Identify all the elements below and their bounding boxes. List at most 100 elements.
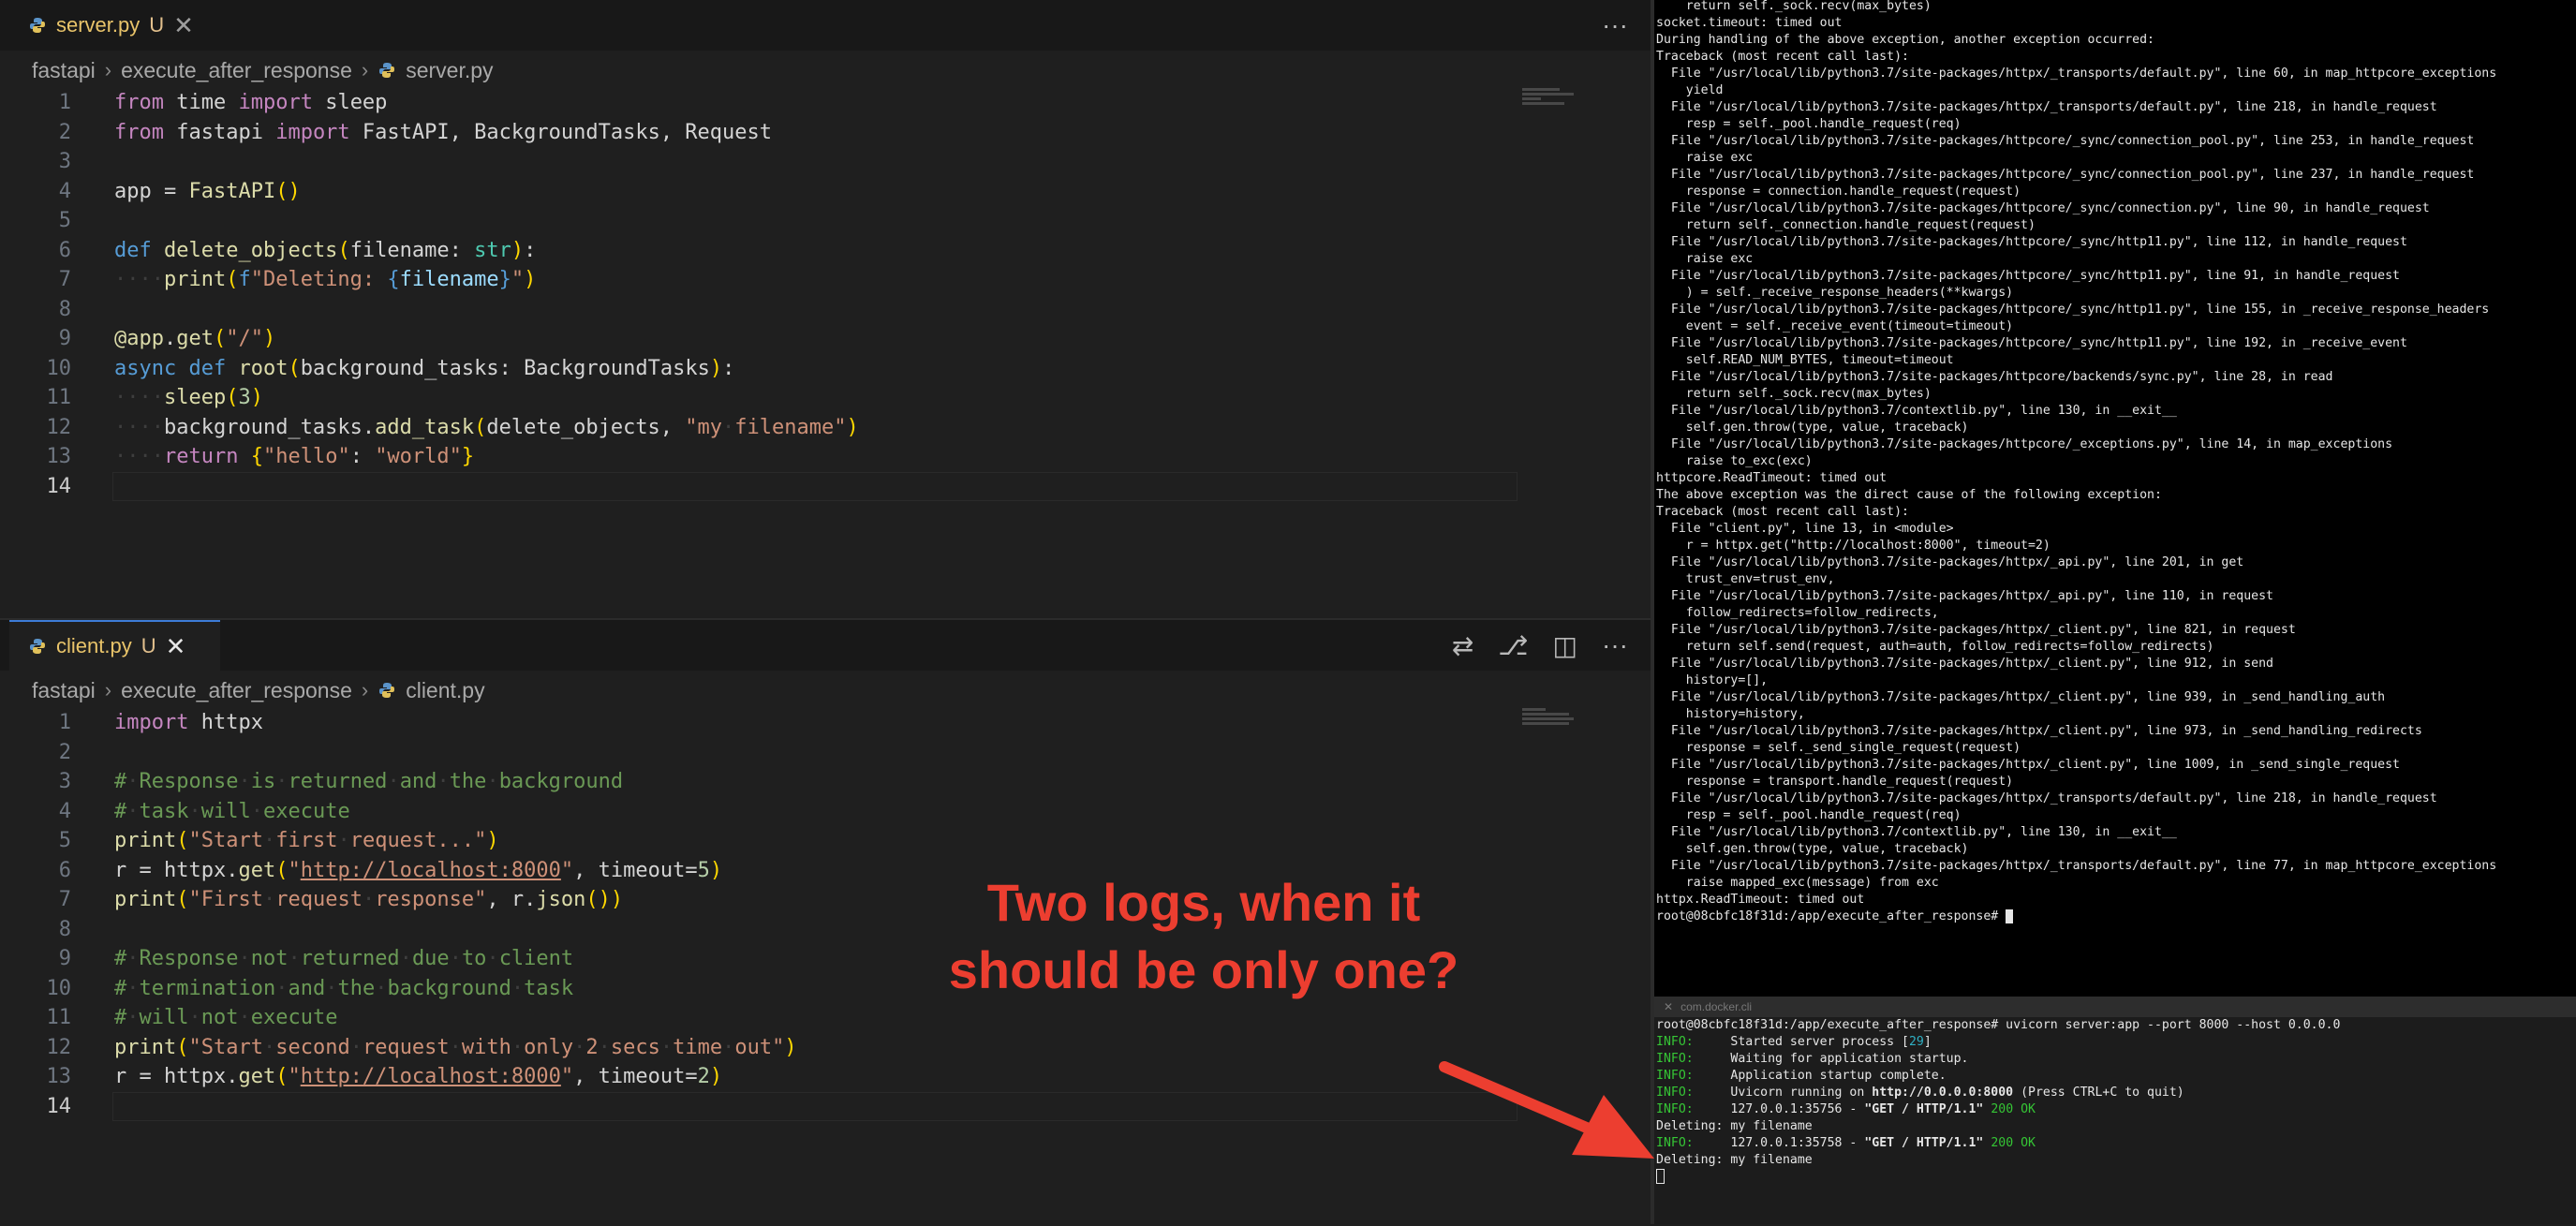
code-line[interactable]: 6 def delete_objects(filename: str): <box>0 236 1517 266</box>
tab-client-py[interactable]: client.py U ✕ <box>9 620 220 671</box>
code-line[interactable]: 3 <box>0 147 1517 177</box>
code-text: ····print(f"Deleting: {filename}") <box>114 268 537 291</box>
breadcrumb-item-folder[interactable]: fastapi <box>32 58 96 83</box>
terminal-line: File "/usr/local/lib/python3.7/site-pack… <box>1656 791 2437 805</box>
terminal-line: File "/usr/local/lib/python3.7/site-pack… <box>1656 201 2430 215</box>
terminal-line: File "/usr/local/lib/python3.7/site-pack… <box>1656 623 2296 637</box>
chevron-right-icon: › <box>104 678 112 702</box>
code-line[interactable]: 13 r = httpx.get("http://localhost:8000",… <box>0 1062 1517 1092</box>
terminal-tab[interactable]: ✕ com.docker.cli <box>1654 997 2576 1017</box>
breadcrumb-item-file[interactable]: server.py <box>406 58 493 83</box>
terminal-line: self.READ_NUM_BYTES, timeout=timeout <box>1656 353 1954 367</box>
code-line[interactable]: 5 print("Start·first·request...") <box>0 826 1517 856</box>
line-number: 2 <box>58 740 71 764</box>
close-icon[interactable]: ✕ <box>1664 1000 1673 1013</box>
line-number: 14 <box>46 474 72 498</box>
code-text: async def root(background_tasks: Backgro… <box>114 356 735 380</box>
minimap[interactable] <box>1522 708 1578 746</box>
line-number: 10 <box>46 976 72 1000</box>
code-line[interactable]: 7 ····print(f"Deleting: {filename}") <box>0 265 1517 295</box>
terminal-line: response = connection.handle_request(req… <box>1656 185 2021 199</box>
code-line[interactable]: 9 @app.get("/") <box>0 324 1517 354</box>
code-line[interactable]: 4 #·task·will·execute <box>0 797 1517 827</box>
chevron-right-icon: › <box>104 58 112 81</box>
code-line[interactable]: 5 <box>0 206 1517 236</box>
split-editor-icon[interactable]: ◫ <box>1553 630 1577 661</box>
terminal-line: INFO: Uvicorn running on http://0.0.0.0:… <box>1656 1086 2184 1100</box>
breadcrumb-item-file[interactable]: client.py <box>406 678 484 703</box>
code-text: #·Response·not·returned·due·to·client <box>114 947 574 970</box>
server-terminal-output: root@08cbfc18f31d:/app/execute_after_res… <box>1656 1017 2340 1186</box>
source-control-icon[interactable]: ⎇ <box>1498 630 1528 661</box>
python-file-icon <box>30 18 45 33</box>
line-number: 6 <box>58 858 71 882</box>
code-line[interactable]: 13 ····return {"hello": "world"} <box>0 442 1517 472</box>
python-file-icon <box>379 63 395 78</box>
server-terminal[interactable]: ✕ com.docker.cli root@08cbfc18f31d:/app/… <box>1654 997 2576 1224</box>
code-line[interactable]: 11 ····sleep(3) <box>0 383 1517 413</box>
code-line[interactable]: 8 <box>0 295 1517 325</box>
terminal-line: history=[], <box>1656 673 1769 687</box>
chevron-right-icon: › <box>361 678 369 702</box>
code-text: print("Start·first·request...") <box>114 829 499 852</box>
line-number: 3 <box>58 770 71 793</box>
line-number: 13 <box>46 445 72 468</box>
terminal-line: File "/usr/local/lib/python3.7/site-pack… <box>1656 134 2475 148</box>
terminal-line: Traceback (most recent call last): <box>1656 505 1909 519</box>
code-line[interactable]: 2 <box>0 738 1517 768</box>
code-editor[interactable]: 1 from time import sleep 2 from fastapi imp… <box>0 88 1517 501</box>
terminal-line: return self._connection.handle_request(r… <box>1656 218 2036 232</box>
line-number: 4 <box>58 799 71 823</box>
terminal-line: return self.send(request, auth=auth, fol… <box>1656 640 2214 654</box>
current-line-highlight <box>112 1091 1517 1121</box>
annotation-text: Two logs, when it should be only one? <box>899 869 1508 1004</box>
code-line[interactable]: 1 from time import sleep <box>0 88 1517 118</box>
line-number: 9 <box>58 327 71 350</box>
terminal-line: raise mapped_exc(message) from exc <box>1656 876 1939 890</box>
breadcrumb-item-subfolder[interactable]: execute_after_response <box>121 58 352 83</box>
terminal-line: File "/usr/local/lib/python3.7/site-pack… <box>1656 336 2407 350</box>
annotation-line: Two logs, when it <box>986 873 1421 932</box>
python-file-icon <box>30 639 45 654</box>
line-number: 3 <box>58 150 71 173</box>
code-line[interactable]: 1 import httpx <box>0 708 1517 738</box>
terminal-line: File "/usr/local/lib/python3.7/site-pack… <box>1656 235 2407 249</box>
close-icon[interactable]: ✕ <box>166 632 186 661</box>
code-line[interactable]: 11 #·will·not·execute <box>0 1003 1517 1033</box>
close-icon[interactable]: ✕ <box>173 11 194 40</box>
more-actions-icon[interactable]: ··· <box>1602 630 1628 660</box>
code-line[interactable]: 2 from fastapi import FastAPI, Background… <box>0 118 1517 148</box>
terminal-line: trust_env=trust_env, <box>1656 572 1835 586</box>
terminal-line: root@08cbfc18f31d:/app/execute_after_res… <box>1656 908 2496 925</box>
terminal-line: Deleting: my filename <box>1656 1153 1813 1167</box>
terminal-line: root@08cbfc18f31d:/app/execute_after_res… <box>1656 1018 2341 1032</box>
terminal-cursor <box>1656 1169 1665 1184</box>
code-line[interactable]: 14 <box>0 1091 1517 1122</box>
terminal-line: response = transport.handle_request(requ… <box>1656 775 2014 789</box>
terminal-line: raise exc <box>1656 252 1754 266</box>
breadcrumb-item-folder[interactable]: fastapi <box>32 678 96 703</box>
minimap[interactable] <box>1522 88 1578 126</box>
code-line[interactable]: 10 async def root(background_tasks: Backg… <box>0 354 1517 384</box>
terminal-line: File "/usr/local/lib/python3.7/site-pack… <box>1656 859 2497 873</box>
code-text: ····sleep(3) <box>114 386 263 409</box>
code-line[interactable]: 12 print("Start·second·request·with·only·… <box>0 1033 1517 1063</box>
code-line[interactable]: 4 app = FastAPI() <box>0 177 1517 207</box>
code-text: @app.get("/") <box>114 327 276 350</box>
line-number: 4 <box>58 179 71 203</box>
more-actions-icon[interactable]: ··· <box>1602 10 1628 40</box>
client-terminal[interactable]: return self._sock.recv(max_bytes) socket.… <box>1654 0 2576 997</box>
breadcrumb-item-subfolder[interactable]: execute_after_response <box>121 678 352 703</box>
line-number: 2 <box>58 120 71 144</box>
code-line[interactable]: 12 ····background_tasks.add_task(delete_o… <box>0 413 1517 443</box>
code-text: ····return {"hello": "world"} <box>114 445 475 468</box>
line-number: 7 <box>58 888 71 911</box>
terminal-line: resp = self._pool.handle_request(req) <box>1656 808 1962 822</box>
tab-server-py[interactable]: server.py U ✕ <box>9 0 220 51</box>
code-line[interactable]: 14 <box>0 471 1517 502</box>
terminal-line: File "/usr/local/lib/python3.7/site-pack… <box>1656 269 2400 283</box>
compare-changes-icon[interactable]: ⇄ <box>1452 630 1473 661</box>
code-line[interactable]: 3 #·Response·is·returned·and·the·backgrou… <box>0 767 1517 797</box>
terminal-line: File "/usr/local/lib/python3.7/site-pack… <box>1656 168 2475 182</box>
code-text: from time import sleep <box>114 91 388 114</box>
